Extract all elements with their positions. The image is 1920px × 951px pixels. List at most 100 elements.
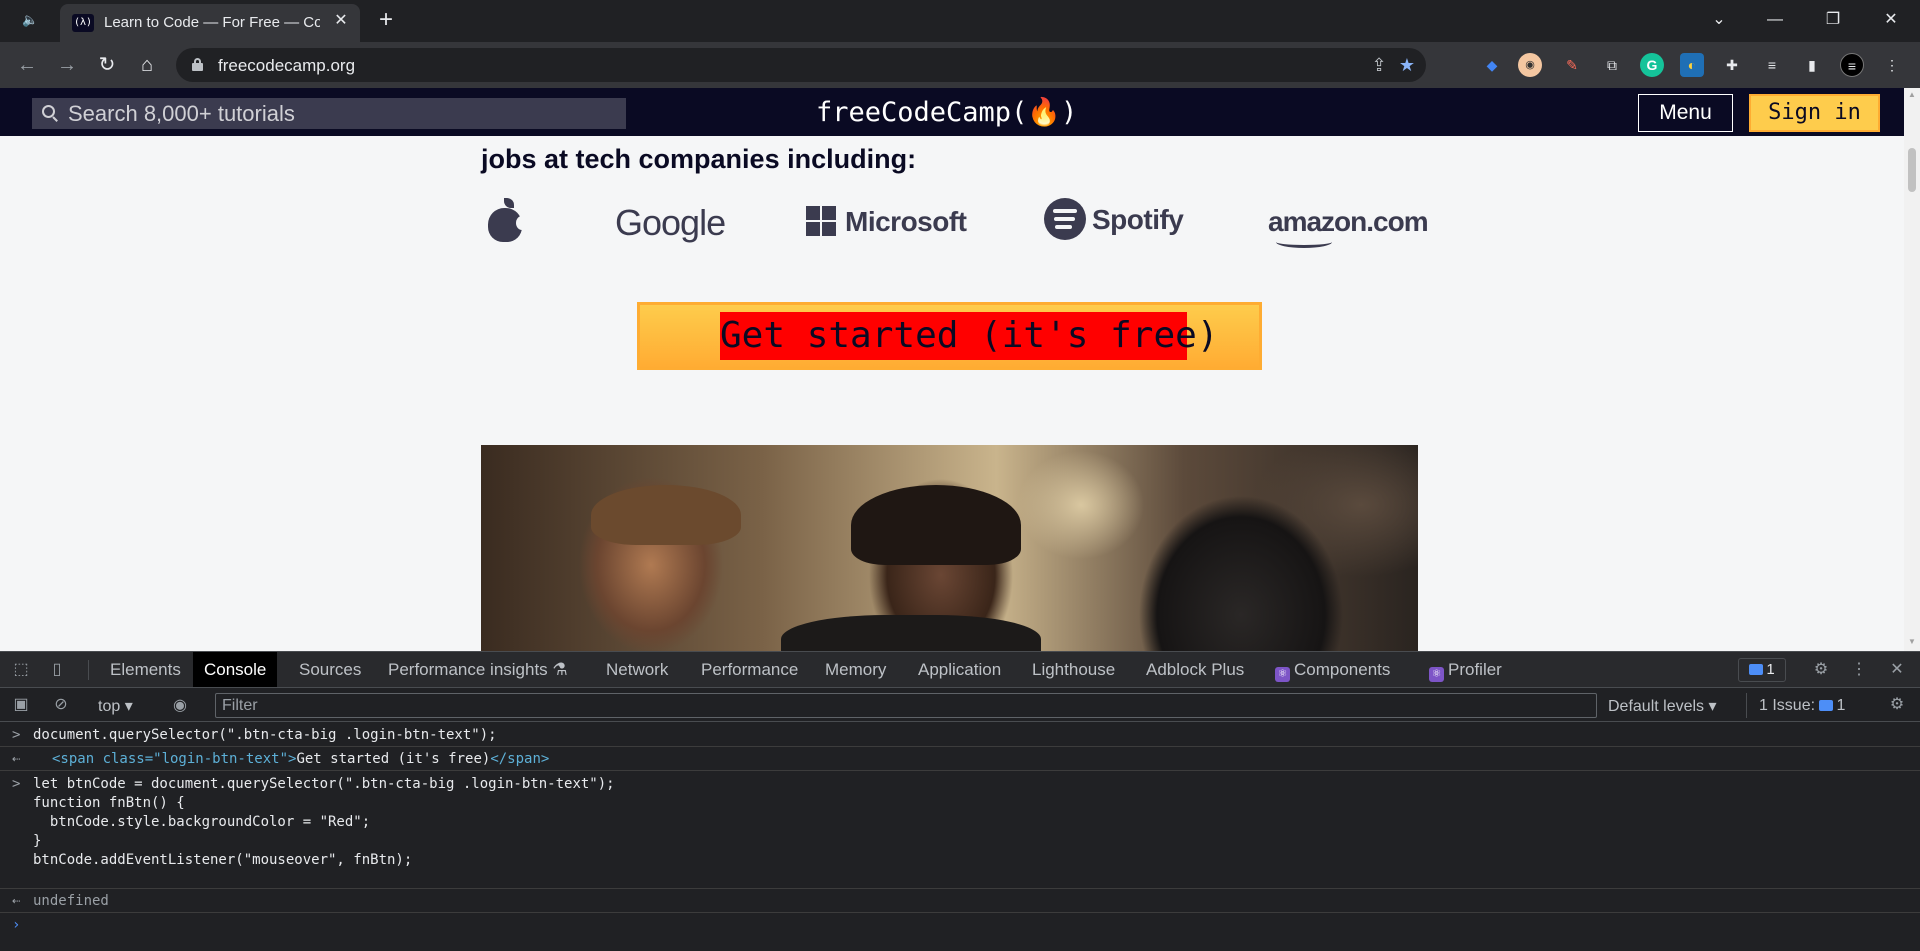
sidebar-toggle-icon[interactable]: ▣ (10, 695, 32, 715)
tab-adblock-plus[interactable]: Adblock Plus (1135, 652, 1255, 687)
clear-console-icon[interactable]: ⊘ (50, 695, 72, 715)
forward-arrow-icon[interactable]: → (52, 50, 82, 80)
home-icon[interactable]: ⌂ (132, 50, 162, 80)
console-filter-input[interactable] (215, 693, 1597, 718)
get-started-label[interactable]: Get started (it's free) (720, 312, 1219, 360)
tab-console[interactable]: Console (193, 652, 278, 687)
console-settings-gear-icon[interactable]: ⚙ (1886, 695, 1908, 715)
search-icon (42, 105, 58, 122)
tab-sources[interactable]: Sources (288, 652, 372, 687)
scroll-thumb[interactable] (1908, 148, 1916, 192)
extensions-puzzle-icon[interactable]: ✚ (1720, 53, 1744, 77)
reload-icon[interactable]: ↻ (92, 50, 122, 80)
tab-network[interactable]: Network (595, 652, 679, 687)
scroll-up-icon[interactable]: ▲ (1904, 90, 1920, 102)
menu-button[interactable]: Menu (1638, 94, 1733, 132)
lock-icon[interactable] (192, 58, 203, 71)
console-result: ⇠ undefined (0, 889, 1920, 913)
devtools-tab-bar: ⬚ ▯ Elements Console Sources Performance… (0, 652, 1920, 688)
issues-button[interactable]: 1 Issue: 1 (1746, 693, 1856, 718)
scroll-down-icon[interactable]: ▼ (1904, 637, 1920, 649)
new-tab-plus-icon[interactable]: + (372, 6, 400, 34)
message-icon (1749, 664, 1764, 675)
amazon-smile-icon (1276, 236, 1332, 248)
settings-gear-icon[interactable]: ⚙ (1810, 660, 1832, 680)
tab-search-chevron-icon[interactable]: ⌄ (1696, 4, 1742, 36)
sign-in-button[interactable]: Sign in (1749, 94, 1880, 132)
result-arrow-icon: ⇠ (12, 893, 21, 909)
console-result: ⇠ <span class="login-btn-text">Get start… (0, 747, 1920, 771)
code-line[interactable]: btnCode.addEventListener("mouseover", fn… (33, 852, 412, 868)
tab-lighthouse[interactable]: Lighthouse (1021, 652, 1126, 687)
tab-elements[interactable]: Elements (99, 652, 192, 687)
reading-list-icon[interactable]: ≡ (1760, 53, 1784, 77)
tab-profiler[interactable]: ⚛ Profiler (1418, 652, 1513, 687)
messages-badge[interactable]: 1 (1738, 658, 1786, 682)
gem-extension-icon[interactable]: ◆ (1480, 53, 1504, 77)
device-toolbar-icon[interactable]: ▯ (46, 660, 68, 680)
span-close-tag: </span> (490, 751, 550, 767)
console-entry: > document.querySelector(".btn-cta-big .… (0, 723, 1920, 747)
console-prompt-row[interactable]: › (0, 913, 1920, 951)
console-result-element[interactable]: <span class="login-btn-text">Get started… (52, 751, 549, 767)
page-scrollbar[interactable]: ▲ ▼ (1904, 88, 1920, 651)
amazon-logo: amazon.com (1268, 198, 1429, 248)
side-panel-icon[interactable]: ▮ (1800, 53, 1824, 77)
crop-extension-icon[interactable]: ⧉ (1600, 53, 1624, 77)
react-icon: ⚛ (1429, 667, 1444, 682)
spotify-logo: Spotify (1044, 198, 1184, 248)
microsoft-grid-icon (806, 206, 836, 236)
grammarly-extension-icon[interactable]: G (1640, 53, 1664, 77)
tab-application[interactable]: Application (907, 652, 1012, 687)
tab-performance[interactable]: Performance (690, 652, 809, 687)
context-selector[interactable]: top ▾ (98, 696, 133, 716)
microsoft-logo: Microsoft (806, 198, 967, 248)
get-started-button[interactable]: Get started (it's free) (637, 302, 1262, 370)
result-arrow-icon: ⇠ (12, 751, 21, 767)
tab-performance-insights[interactable]: Performance insights ⚗ (377, 652, 579, 687)
back-arrow-icon[interactable]: ← (12, 50, 42, 80)
console-input-line[interactable]: document.querySelector(".btn-cta-big .lo… (33, 727, 497, 743)
chrome-menu-icon[interactable]: ⋮ (1880, 53, 1904, 77)
reader-extension-icon[interactable]: ◐ (1680, 53, 1704, 77)
flask-icon: ⚗ (552, 660, 568, 679)
browser-tab[interactable]: (λ) Learn to Code — For Free — Coding Co… (60, 4, 360, 42)
close-tab-icon[interactable]: ✕ (330, 10, 352, 32)
restore-icon[interactable]: ❐ (1810, 4, 1856, 36)
input-prompt-icon: > (12, 727, 21, 743)
spotify-logo-text: Spotify (1092, 204, 1184, 235)
log-levels-dropdown[interactable]: Default levels ▾ (1608, 696, 1717, 716)
bookmark-star-icon[interactable]: ★ (1394, 53, 1420, 77)
microsoft-logo-text: Microsoft (845, 206, 967, 237)
code-line[interactable]: let btnCode = document.querySelector(".b… (33, 776, 615, 792)
tab-components[interactable]: ⚛ Components (1264, 652, 1401, 687)
spotify-icon (1044, 198, 1086, 240)
search-input[interactable] (68, 102, 608, 126)
audio-playing-icon[interactable]: 🔈 (22, 12, 42, 30)
code-line[interactable]: function fnBtn() { (33, 795, 185, 811)
share-icon[interactable]: ⇪ (1366, 53, 1392, 77)
tab-performance-insights-label: Performance insights (388, 660, 548, 679)
more-options-icon[interactable]: ⋮ (1848, 660, 1870, 680)
tab-memory[interactable]: Memory (814, 652, 897, 687)
url-text[interactable]: freecodecamp.org (218, 56, 355, 76)
code-line[interactable]: } (33, 833, 41, 849)
close-window-icon[interactable]: ✕ (1868, 4, 1914, 36)
live-expression-eye-icon[interactable]: ◉ (168, 695, 192, 715)
profile-avatar[interactable]: ≡ (1840, 53, 1864, 77)
amazon-logo-text: amazon.com (1268, 206, 1429, 237)
minimize-icon[interactable]: — (1752, 4, 1798, 36)
span-open-tag: <span class="login-btn-text"> (52, 751, 297, 767)
freecodecamp-logo[interactable]: freeCodeCamp(🔥) (816, 96, 1077, 128)
react-icon: ⚛ (1275, 667, 1290, 682)
companies-heading: jobs at tech companies including: (481, 144, 917, 174)
avatar-extension-icon[interactable]: ◉ (1518, 53, 1542, 77)
browser-toolbar: ← → ↻ ⌂ freecodecamp.org ⇪ ★ ◆ ◉ ✎ ⧉ G ◐… (0, 42, 1920, 88)
close-devtools-icon[interactable]: ✕ (1886, 660, 1908, 680)
fcc-search-bar[interactable] (32, 98, 626, 129)
inspect-element-icon[interactable]: ⬚ (10, 660, 32, 680)
address-bar[interactable]: freecodecamp.org ⇪ ★ (176, 48, 1426, 82)
code-line[interactable]: btnCode.style.backgroundColor = "Red"; (33, 814, 370, 830)
console-result-undefined: undefined (33, 893, 109, 909)
pen-extension-icon[interactable]: ✎ (1560, 53, 1584, 77)
